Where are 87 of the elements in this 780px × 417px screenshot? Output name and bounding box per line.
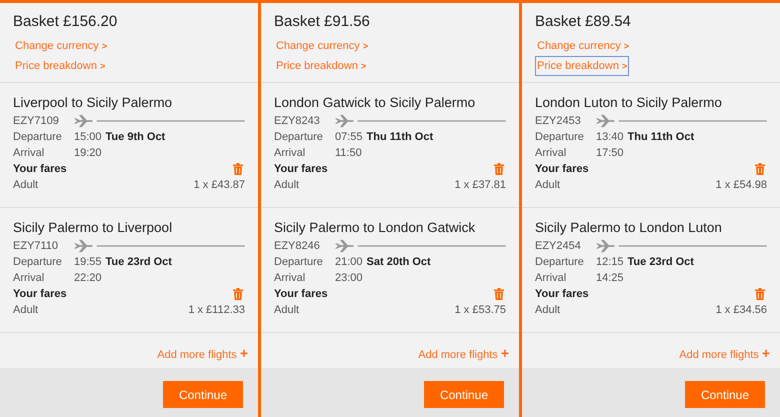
departure-time: 15:00 (74, 131, 102, 143)
passenger-type: Adult (13, 304, 40, 316)
plane-route-icon (595, 114, 767, 128)
flight-number: EZY8246 (274, 240, 321, 252)
add-more-flights-link[interactable]: Add more flights + (157, 345, 248, 361)
passenger-type: Adult (13, 179, 40, 191)
basket-total: Basket £91.56 (274, 13, 370, 30)
flight-number: EZY2454 (535, 240, 582, 252)
continue-button[interactable]: Continue (424, 381, 504, 408)
departure-time: 13:40 (596, 131, 624, 143)
plane-route-icon (73, 239, 245, 253)
flight-number: EZY7109 (13, 115, 60, 127)
fare-price: 1 x £53.75 (454, 304, 506, 316)
flight-route: Sicily Palermo to London Gatwick (274, 220, 476, 235)
arrival-time: 22:20 (74, 272, 102, 284)
departure-label: Departure (274, 256, 324, 268)
fares-label: Your fares (535, 163, 589, 175)
arrival-time: 11:50 (335, 147, 362, 159)
passenger-type: Adult (274, 179, 300, 191)
add-more-flights-link[interactable]: Add more flights + (679, 345, 770, 361)
flight-route: London Luton to Sicily Palermo (535, 95, 723, 110)
continue-button[interactable]: Continue (163, 381, 243, 408)
basket-total: Basket £89.54 (535, 13, 631, 30)
flight-route: Sicily Palermo to London Luton (535, 220, 723, 235)
fare-price: 1 x £112.33 (188, 304, 245, 316)
flight-number: EZY8243 (274, 115, 321, 127)
trash-icon[interactable] (755, 288, 765, 300)
flight-route: London Gatwick to Sicily Palermo (274, 95, 476, 110)
fares-label: Your fares (535, 288, 589, 300)
plane-route-icon (73, 114, 245, 128)
departure-date: Sat 20th Oct (366, 256, 431, 268)
departure-date: Tue 9th Oct (106, 131, 166, 143)
plane-route-icon (595, 239, 767, 253)
departure-time: 07:55 (335, 131, 363, 143)
add-more-flights-link[interactable]: Add more flights + (418, 345, 509, 361)
fares-label: Your fares (274, 163, 328, 175)
basket-link[interactable]: Price breakdown > (13, 56, 108, 76)
arrival-label: Arrival (13, 272, 46, 284)
arrival-label: Arrival (274, 272, 306, 284)
flight-number: EZY7110 (13, 240, 60, 252)
fare-price: 1 x £37.81 (454, 179, 506, 191)
fares-label: Your fares (13, 288, 67, 300)
fares-label: Your fares (274, 288, 328, 300)
arrival-time: 23:00 (335, 272, 363, 284)
arrival-label: Arrival (274, 147, 306, 159)
plane-route-icon (334, 114, 506, 128)
basket-link[interactable]: Change currency > (535, 36, 632, 56)
departure-time: 19:55 (74, 256, 102, 268)
trash-icon[interactable] (233, 163, 243, 175)
departure-date: Thu 11th Oct (366, 131, 434, 143)
arrival-label: Arrival (535, 147, 568, 159)
arrival-time: 14:25 (596, 272, 624, 284)
passenger-type: Adult (274, 304, 300, 316)
arrival-label: Arrival (535, 272, 568, 284)
passenger-type: Adult (535, 304, 562, 316)
flight-number: EZY2453 (535, 115, 582, 127)
trash-icon[interactable] (233, 288, 243, 300)
departure-label: Departure (274, 131, 324, 143)
continue-button[interactable]: Continue (685, 381, 765, 408)
basket-total: Basket £156.20 (13, 13, 118, 30)
fare-price: 1 x £54.98 (716, 179, 767, 191)
departure-time: 12:15 (596, 256, 624, 268)
departure-label: Departure (535, 256, 585, 268)
plane-route-icon (334, 239, 506, 253)
flight-route: Liverpool to Sicily Palermo (13, 95, 174, 110)
arrival-label: Arrival (13, 147, 46, 159)
basket-link[interactable]: Change currency > (274, 36, 370, 56)
departure-label: Departure (13, 256, 63, 268)
trash-icon[interactable] (494, 288, 504, 300)
fare-price: 1 x £34.56 (716, 304, 767, 316)
departure-date: Tue 23rd Oct (106, 256, 172, 268)
trash-icon[interactable] (755, 163, 765, 175)
flight-route: Sicily Palermo to Liverpool (13, 220, 174, 235)
departure-date: Tue 23rd Oct (628, 256, 694, 268)
departure-time: 21:00 (335, 256, 363, 268)
arrival-time: 17:50 (596, 147, 624, 159)
fare-price: 1 x £43.87 (194, 179, 245, 191)
departure-label: Departure (13, 131, 63, 143)
basket-link[interactable]: Price breakdown > (535, 56, 630, 76)
basket-link[interactable]: Price breakdown > (274, 56, 368, 76)
departure-date: Thu 11th Oct (628, 131, 694, 143)
arrival-time: 19:20 (74, 147, 102, 159)
basket-link[interactable]: Change currency > (13, 36, 110, 56)
trash-icon[interactable] (494, 163, 504, 175)
departure-label: Departure (535, 131, 585, 143)
fares-label: Your fares (13, 163, 67, 175)
passenger-type: Adult (535, 179, 562, 191)
